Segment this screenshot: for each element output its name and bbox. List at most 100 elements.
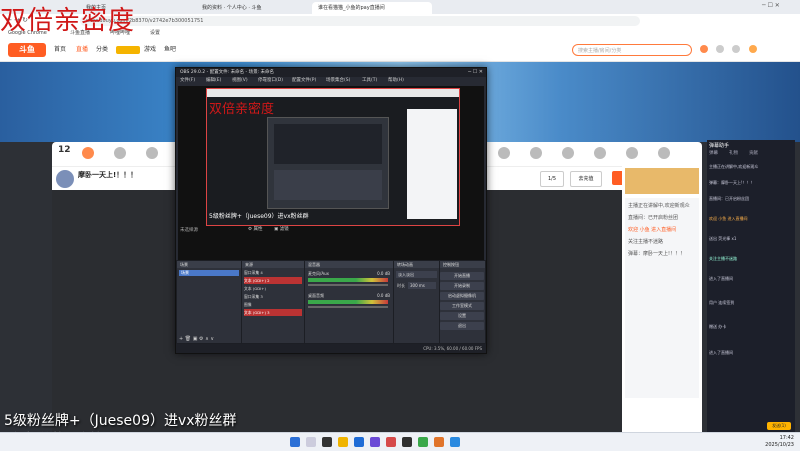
source-item[interactable]: 窗口采集 3: [244, 293, 302, 300]
studio-mode-button[interactable]: 工作室模式: [440, 302, 484, 310]
danmu-panel-title: 弹幕助手: [709, 143, 730, 149]
browser-tab[interactable]: 我的资料 · 个人中心 · 斗鱼: [196, 2, 306, 14]
obs-menu-item[interactable]: 帮助(H): [388, 77, 404, 85]
duration-input[interactable]: 300 ms: [408, 282, 436, 289]
obs-menu-item[interactable]: 停靠窗口(D): [258, 77, 283, 85]
obs-icon[interactable]: [402, 437, 412, 447]
url-input[interactable]: www.douyu.com/2b8370/v2742e7b300051751: [80, 16, 640, 26]
obs-menu-item[interactable]: 工具(T): [362, 77, 377, 85]
start-recording-button[interactable]: 开始录制: [440, 282, 484, 290]
obs-window-controls[interactable]: ─ ☐ ✕: [468, 69, 483, 75]
nav-home[interactable]: 首页: [54, 39, 66, 61]
obs-menu: 文件(F) 编辑(E) 视图(V) 停靠窗口(D) 配置文件(P) 场景集合(S…: [176, 77, 486, 85]
mixer-meter: [308, 278, 388, 282]
scene-item[interactable]: 场景: [179, 270, 239, 276]
windows-taskbar: 17:42 2025/10/23: [0, 432, 800, 451]
danmu-message: 进入了直播间: [709, 276, 733, 281]
source-item[interactable]: 文本 (GDI+) 3: [244, 309, 302, 316]
danmu-assistant-panel: 弹幕助手 弹幕 礼物 贡献 主播正在讲解中,欢迎新观众 弹幕：摩卧一天上!！！！…: [707, 140, 795, 432]
user-toolbar[interactable]: [700, 45, 790, 55]
avatar[interactable]: [56, 170, 74, 188]
obs-properties-label: 属性: [253, 227, 263, 232]
room-number: 12: [58, 145, 71, 155]
fans-count: 1/5: [540, 171, 564, 187]
app-icon[interactable]: [450, 437, 460, 447]
scene-add-remove[interactable]: + 🗑 ▣ ⚙ ∧ ∨: [179, 336, 214, 342]
chrome-icon[interactable]: [434, 437, 444, 447]
danmu-message: 进入了直播间: [709, 350, 733, 355]
search-input[interactable]: 搜索主播/房间/分类: [572, 44, 692, 56]
window-controls[interactable]: ─ ☐ ✕: [762, 2, 796, 12]
preview-nested-obs: [267, 117, 389, 209]
mixer-db: 0.0 dB: [377, 271, 390, 276]
danmu-message: 送出 荧光棒 x1: [709, 236, 737, 241]
sources-dock-title: 来源: [242, 261, 304, 268]
watermark-text: 双倍亲密度: [0, 6, 136, 36]
danmu-message: 关注主播不迷路: [709, 256, 737, 261]
obs-source-label: 未选择源: [180, 228, 198, 233]
danmu-tab[interactable]: 弹幕: [709, 150, 718, 156]
danmu-message: 欢迎 小鱼 进入直播间: [709, 216, 748, 221]
nav-live[interactable]: 直播: [76, 39, 88, 61]
browser-tab-active[interactable]: 谁在看猫猫_小鱼的pay直播间: [312, 2, 432, 14]
app-icon[interactable]: [386, 437, 396, 447]
source-item[interactable]: 图像: [244, 301, 302, 308]
recharge-button[interactable]: 去充值: [570, 171, 602, 187]
danmu-message: 主播正在讲解中,欢迎新观众: [709, 164, 759, 169]
chat-list: 主播正在讲解中,欢迎新观众 直播间：已开启粉丝团 欢迎 小鱼 进入直播间 关注主…: [625, 198, 699, 398]
obs-menu-item[interactable]: 配置文件(P): [292, 77, 316, 85]
explorer-icon[interactable]: [338, 437, 348, 447]
sources-dock: 来源 窗口采集 4 文本 (GDI+) 2 文本 (GDI+) 窗口采集 3 图…: [241, 260, 305, 344]
settings-button[interactable]: 设置: [440, 312, 484, 320]
source-item[interactable]: 文本 (GDI+): [244, 285, 302, 292]
caption-fans-badge: 5级粉丝牌+（Juese09）进vx粉丝群: [4, 413, 237, 429]
preview-nested-screen: [274, 124, 382, 164]
system-clock[interactable]: 17:42 2025/10/23: [765, 435, 794, 449]
mixer-volume-slider[interactable]: [308, 284, 388, 286]
clock-date: 2025/10/23: [765, 442, 794, 448]
app-icon[interactable]: [418, 437, 428, 447]
search-icon[interactable]: [306, 437, 316, 447]
mixer-channel-label: 桌面音频: [308, 293, 324, 298]
obs-menu-item[interactable]: 文件(F): [180, 77, 195, 85]
stream-title: 摩卧一天上!！！！: [78, 171, 138, 179]
transition-select[interactable]: 淡入淡出: [396, 271, 437, 278]
edge-icon[interactable]: [354, 437, 364, 447]
danmu-send-button[interactable]: 发送(1): [767, 422, 791, 430]
danmu-message: 直播间：已开启粉丝团: [709, 196, 749, 201]
obs-filters-label: 滤镜: [279, 227, 289, 232]
obs-filters-button[interactable]: ▣ 滤镜: [274, 226, 289, 232]
exit-button[interactable]: 退出: [440, 322, 484, 330]
nav-games[interactable]: 游戏: [144, 39, 156, 61]
danmu-tab[interactable]: 贡献: [749, 150, 758, 156]
source-item[interactable]: 文本 (GDI+) 2: [244, 277, 302, 284]
controls-dock-title: 控制按钮: [440, 261, 485, 268]
obs-menu-item[interactable]: 视图(V): [232, 77, 248, 85]
chat-message: 欢迎 小鱼 进入直播间: [628, 227, 677, 233]
taskview-icon[interactable]: [322, 437, 332, 447]
mixer-volume-slider[interactable]: [308, 306, 388, 308]
promo-badge-icon[interactable]: [116, 46, 140, 54]
audio-mixer-dock: 混音器 麦克风/Aux 0.0 dB 桌面音频 0.0 dB: [304, 260, 394, 344]
nav-category[interactable]: 分类: [96, 39, 108, 61]
preview-nested-docks: [274, 170, 382, 200]
bookmark-item[interactable]: 设置: [150, 28, 160, 39]
danmu-tab[interactable]: 礼物: [729, 150, 738, 156]
source-item[interactable]: 窗口采集 4: [244, 269, 302, 276]
obs-menu-item[interactable]: 场景集合(S): [326, 77, 350, 85]
site-logo[interactable]: 斗鱼: [8, 43, 46, 57]
obs-menu-item[interactable]: 编辑(E): [206, 77, 221, 85]
app-icon[interactable]: [370, 437, 380, 447]
obs-properties-button[interactable]: ⚙ 属性: [248, 226, 262, 232]
mixer-meter: [308, 300, 388, 304]
clock-time: 17:42: [779, 435, 794, 441]
ad-banner[interactable]: [625, 168, 699, 194]
chat-message: 关注主播不迷路: [628, 239, 664, 245]
virtual-camera-button[interactable]: 启动虚拟摄像机: [440, 292, 484, 300]
start-icon[interactable]: [290, 437, 300, 447]
preview-watermark: 双倍亲密度: [209, 102, 275, 117]
preview-browser-bar: [207, 89, 459, 97]
nav-fishbar[interactable]: 鱼吧: [164, 39, 176, 61]
mixer-db: 0.0 dB: [377, 293, 390, 298]
start-streaming-button[interactable]: 开始直播: [440, 272, 484, 280]
